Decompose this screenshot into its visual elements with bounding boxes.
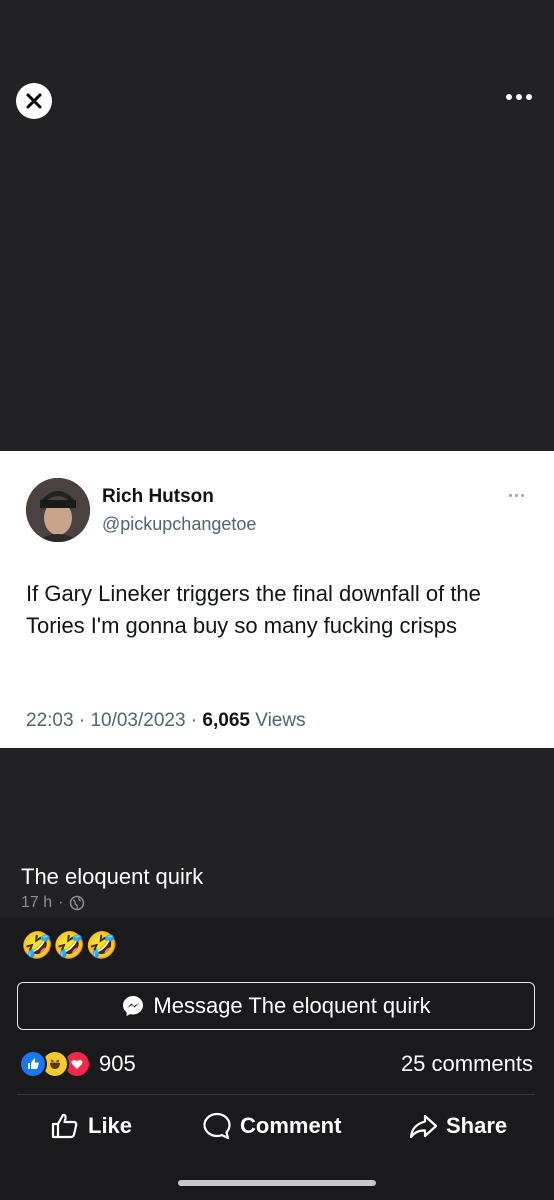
post-actions: Like Comment Share <box>0 1108 554 1144</box>
tweet-time: 22:03 <box>26 710 74 731</box>
message-button[interactable]: Message The eloquent quirk <box>17 982 535 1030</box>
close-button[interactable] <box>16 83 52 119</box>
home-indicator[interactable] <box>178 1180 376 1186</box>
reactions-summary[interactable]: 905 <box>19 1050 136 1078</box>
comments-count[interactable]: 25 comments <box>401 1051 533 1077</box>
tweet-meta: 22:03 · 10/03/2023 · 6,065 Views <box>26 710 306 731</box>
tweet-more-icon <box>509 494 524 497</box>
comment-icon <box>203 1112 231 1140</box>
like-label: Like <box>88 1113 133 1138</box>
post-caption: 🤣🤣🤣 <box>21 930 119 960</box>
tweet-text: If Gary Lineker triggers the final downf… <box>26 581 481 638</box>
message-button-label: Message The eloquent quirk <box>153 993 431 1018</box>
comment-label: Comment <box>240 1113 342 1138</box>
tweet-views-label: Views <box>255 710 306 731</box>
tweet-author-name: Rich Hutson <box>102 486 214 507</box>
divider <box>17 1094 535 1095</box>
like-button[interactable]: Like <box>50 1111 132 1141</box>
share-icon <box>409 1114 438 1139</box>
comment-button[interactable]: Comment <box>202 1111 341 1141</box>
close-icon <box>26 93 42 109</box>
share-button[interactable]: Share <box>408 1111 507 1141</box>
messenger-icon <box>123 996 144 1016</box>
tweet-views-count: 6,065 <box>202 710 250 731</box>
reactions-count: 905 <box>99 1051 136 1076</box>
tweet-date: 10/03/2023 <box>90 710 186 731</box>
globe-icon <box>70 895 85 911</box>
avatar <box>26 478 90 542</box>
more-icon <box>506 94 512 100</box>
tweet-author-handle: @pickupchangetoe <box>102 514 257 534</box>
post-timestamp: 17 h · <box>21 894 85 912</box>
like-reaction-icon <box>19 1050 47 1078</box>
post-author-name[interactable]: The eloquent quirk <box>21 864 203 890</box>
thumbs-up-icon <box>51 1113 78 1139</box>
share-label: Share <box>446 1113 508 1138</box>
more-options-button[interactable] <box>506 94 532 100</box>
